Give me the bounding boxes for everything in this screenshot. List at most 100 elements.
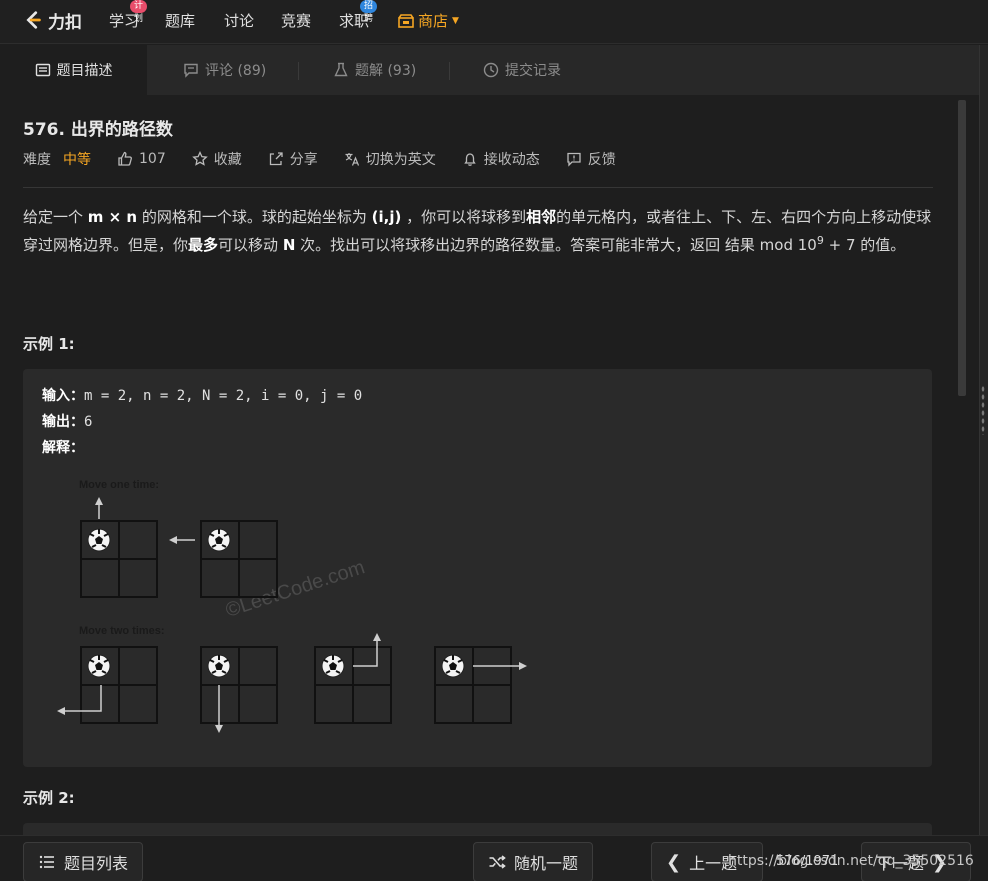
favorite-label: 收藏	[213, 152, 242, 168]
desc-bold: (i,j)	[371, 208, 402, 226]
desc-text: 可以移动	[218, 236, 283, 254]
bell-icon	[464, 153, 476, 166]
subscribe-label: 接收动态	[483, 152, 540, 168]
divider	[23, 187, 933, 188]
grid-down-down	[200, 646, 278, 733]
desc-text: 给定一个	[23, 208, 88, 226]
difficulty-label: 难度	[23, 152, 51, 168]
nav-discuss[interactable]: 讨论	[224, 10, 254, 31]
example-explanation: 解释：	[42, 437, 84, 457]
figure-grids	[57, 497, 527, 733]
shop-icon	[398, 13, 414, 28]
bottom-bar: 题目列表 随机一题 ❮ 上一题 576/1971 下一题 ❯ https://b…	[0, 835, 988, 881]
chevron-left-icon: ❮	[666, 851, 682, 873]
tab-comments-label: 评论 (89)	[205, 63, 267, 79]
tab-submissions-label: 提交记录	[505, 63, 561, 79]
tab-solutions-label: 题解 (93)	[355, 63, 417, 79]
desc-bold: m × n	[87, 208, 138, 226]
output-value: 6	[84, 414, 93, 430]
problem-meta-bar: 难度 中等 107 收藏 分享 切换为英文 接收动态 反馈	[23, 149, 642, 169]
explanation-figure: Move one time: Move two times: ©LeetCode…	[55, 479, 575, 759]
chevron-down-icon: ▼	[452, 15, 459, 26]
desc-text: + 7 的值。	[823, 236, 906, 254]
nav-shop-label: 商店	[418, 12, 449, 30]
drag-handle-dots	[981, 385, 985, 435]
desc-text: 的网格和一个球。球的起始坐标为	[137, 208, 372, 226]
tab-comments[interactable]: 评论 (89)	[183, 45, 266, 95]
translate-icon	[345, 153, 359, 166]
random-problem-button[interactable]: 随机一题	[473, 842, 594, 881]
leetcode-logo-icon	[26, 11, 41, 29]
example-1-title: 示例 1:	[23, 335, 75, 353]
feedback-label: 反馈	[587, 152, 616, 168]
subscribe-button[interactable]: 接收动态	[462, 149, 540, 169]
description-icon	[35, 63, 50, 77]
list-icon	[39, 855, 54, 869]
example-2-title: 示例 2:	[23, 789, 75, 807]
tab-solutions[interactable]: 题解 (93)	[333, 45, 416, 95]
switch-language-button[interactable]: 切换为英文	[344, 149, 436, 169]
feedback-button[interactable]: 反馈	[566, 149, 616, 169]
example-1-box: 输入：m = 2, n = 2, N = 2, i = 0, j = 0 输出：…	[23, 369, 932, 767]
grid-move-up	[80, 497, 158, 598]
desc-bold: 最多	[188, 236, 219, 254]
tab-divider	[449, 62, 450, 80]
desc-bold: N	[282, 236, 296, 254]
content-scrollbar[interactable]	[958, 100, 966, 396]
grid-move-left	[169, 520, 278, 598]
clock-icon	[483, 62, 499, 78]
share-icon	[269, 152, 283, 166]
logo-text: 力扣	[48, 12, 82, 33]
desc-text: ，你可以将球移到	[401, 208, 527, 226]
like-button[interactable]: 107	[117, 151, 166, 167]
problem-content: 576. 出界的路径数 难度 中等 107 收藏 分享 切换为英文 接收动态 反…	[0, 95, 988, 835]
tab-submissions[interactable]: 提交记录	[483, 45, 561, 95]
comment-icon	[184, 63, 198, 78]
problem-title: 576. 出界的路径数	[23, 120, 173, 140]
star-icon	[191, 151, 208, 166]
tab-description-label: 题目描述	[56, 63, 113, 79]
nav-problems[interactable]: 题库	[165, 10, 195, 31]
nav-jobs-badge: 招聘	[360, 0, 378, 24]
desc-bold: 相邻	[526, 208, 557, 226]
input-label: 输入：	[42, 388, 84, 404]
grid-down-left	[57, 646, 158, 724]
desc-superscript: 9	[816, 234, 824, 247]
feedback-icon	[567, 152, 581, 167]
editor-split-handle[interactable]	[979, 45, 988, 881]
share-button[interactable]: 分享	[268, 149, 318, 169]
switch-language-label: 切换为英文	[365, 152, 436, 168]
tab-description[interactable]: 题目描述	[0, 45, 147, 95]
share-label: 分享	[289, 152, 318, 168]
input-value: m = 2, n = 2, N = 2, i = 0, j = 0	[84, 388, 363, 404]
like-count: 107	[139, 151, 166, 167]
problem-list-button[interactable]: 题目列表	[23, 842, 144, 881]
nav-study-badge: 计划	[130, 0, 148, 24]
thumbs-up-icon	[118, 151, 132, 166]
desc-text: 次。找出可以将球移出边界的路径数量。答案可能非常大，返回 结果 mod 10	[295, 236, 817, 254]
random-problem-label: 随机一题	[514, 854, 579, 873]
nav-contest[interactable]: 竞赛	[281, 10, 311, 31]
shuffle-icon	[489, 855, 506, 869]
example-input: 输入：m = 2, n = 2, N = 2, i = 0, j = 0	[42, 385, 362, 405]
example-output: 输出：6	[42, 411, 92, 431]
grid-right-up	[314, 633, 392, 724]
top-navbar: 力扣 学习 计划 题库 讨论 竞赛 求职 招聘 商店 ▼	[0, 0, 988, 44]
explain-label: 解释：	[42, 440, 84, 456]
tab-divider	[298, 62, 299, 80]
problem-tabs: 题目描述 评论 (89) 题解 (93) 提交记录	[0, 45, 988, 95]
leetcode-logo[interactable]: 力扣	[22, 8, 82, 33]
problem-list-label: 题目列表	[64, 854, 129, 873]
difficulty: 难度 中等	[23, 149, 91, 169]
flask-icon	[334, 62, 348, 77]
difficulty-value: 中等	[63, 152, 91, 168]
problem-description: 给定一个 m × n 的网格和一个球。球的起始坐标为 (i,j) ，你可以将球移…	[23, 205, 933, 257]
nav-jobs[interactable]: 求职 招聘	[339, 0, 378, 31]
csdn-watermark: https://blog.csdn.net/qq_35502516	[728, 853, 974, 869]
nav-shop[interactable]: 商店 ▼	[398, 10, 459, 31]
output-label: 输出：	[42, 414, 84, 430]
example-2-box	[23, 823, 932, 835]
grid-right-right	[434, 646, 527, 724]
nav-study[interactable]: 学习 计划	[109, 0, 148, 31]
favorite-button[interactable]: 收藏	[191, 149, 242, 169]
